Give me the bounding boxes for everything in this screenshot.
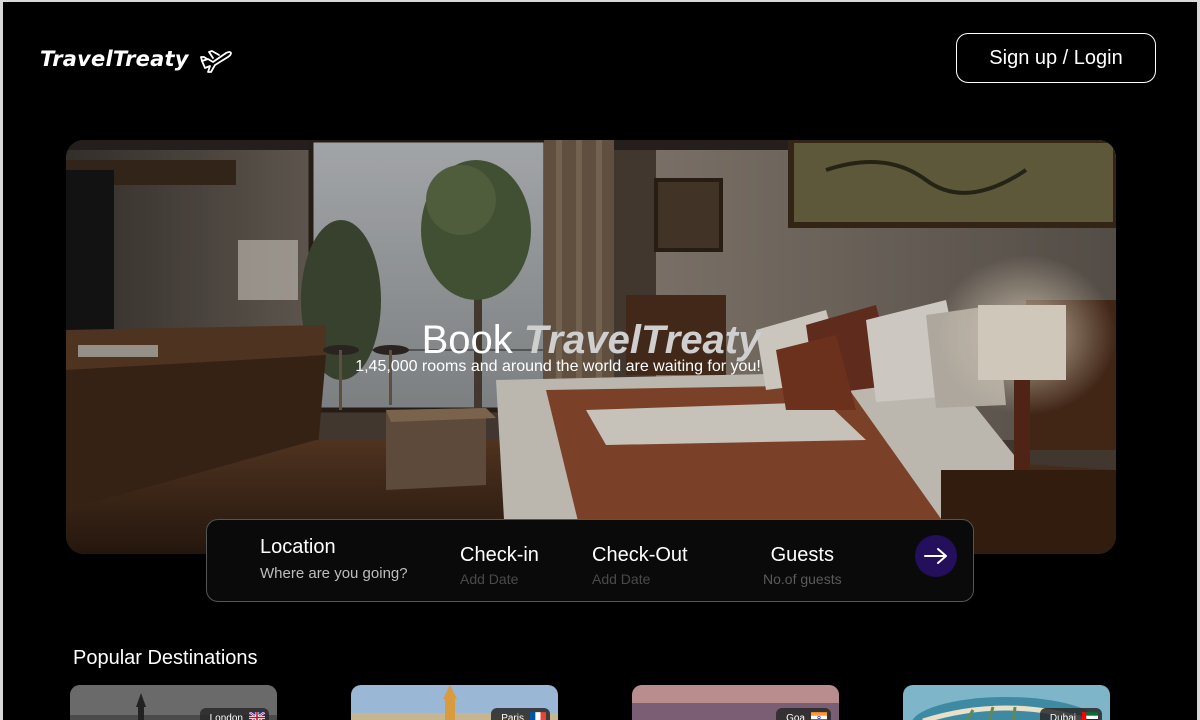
- destination-card-paris[interactable]: Paris: [351, 685, 558, 720]
- checkout-label: Check-Out: [592, 544, 688, 566]
- destination-chip: Dubai: [1039, 708, 1102, 720]
- checkout-field[interactable]: Check-Out Add Date: [592, 544, 688, 587]
- hero-title-prefix: Book: [421, 318, 524, 362]
- checkin-field[interactable]: Check-in Add Date: [460, 544, 539, 587]
- guests-label: Guests: [770, 544, 834, 566]
- destination-card-goa[interactable]: Goa: [632, 685, 839, 720]
- checkin-input[interactable]: Add Date: [460, 571, 539, 587]
- india-flag-icon: [811, 712, 827, 720]
- destination-card-london[interactable]: London: [70, 685, 277, 720]
- checkout-input[interactable]: Add Date: [592, 571, 688, 587]
- search-bar: Location Where are you going? Check-in A…: [206, 519, 974, 602]
- airplane-icon: [199, 50, 232, 73]
- guests-field[interactable]: Guests No.of guests: [763, 544, 842, 587]
- popular-destinations-title: Popular Destinations: [73, 647, 258, 669]
- hero-title: Book TravelTreaty: [66, 318, 1116, 363]
- logo[interactable]: TravelTreaty: [40, 44, 233, 74]
- signup-login-button[interactable]: Sign up / Login: [956, 33, 1156, 83]
- destination-name: Paris: [501, 713, 524, 720]
- uk-flag-icon: [249, 712, 265, 720]
- france-flag-icon: [530, 712, 546, 720]
- destination-name: Goa: [786, 713, 805, 720]
- destination-chip: London: [199, 708, 269, 720]
- guests-input[interactable]: No.of guests: [763, 571, 842, 587]
- location-input[interactable]: Where are you going?: [260, 565, 408, 582]
- checkin-label: Check-in: [460, 544, 539, 566]
- destination-name: London: [209, 713, 243, 720]
- hero-title-brand: TravelTreaty: [523, 318, 761, 362]
- destination-chip: Goa: [776, 708, 831, 720]
- destination-chip: Paris: [491, 708, 550, 720]
- destination-name: Dubai: [1049, 713, 1076, 720]
- location-label: Location: [260, 536, 336, 558]
- logo-text: TravelTreaty: [40, 47, 189, 71]
- hero-subtitle: 1,45,000 rooms and around the world are …: [355, 358, 761, 375]
- arrow-right-icon: [924, 548, 947, 564]
- uae-flag-icon: [1082, 712, 1098, 720]
- location-field[interactable]: Location Where are you going?: [260, 536, 408, 582]
- destination-card-dubai[interactable]: Dubai: [903, 685, 1110, 720]
- hero-banner: Book TravelTreaty: [66, 140, 1116, 554]
- search-submit-button[interactable]: [915, 535, 957, 577]
